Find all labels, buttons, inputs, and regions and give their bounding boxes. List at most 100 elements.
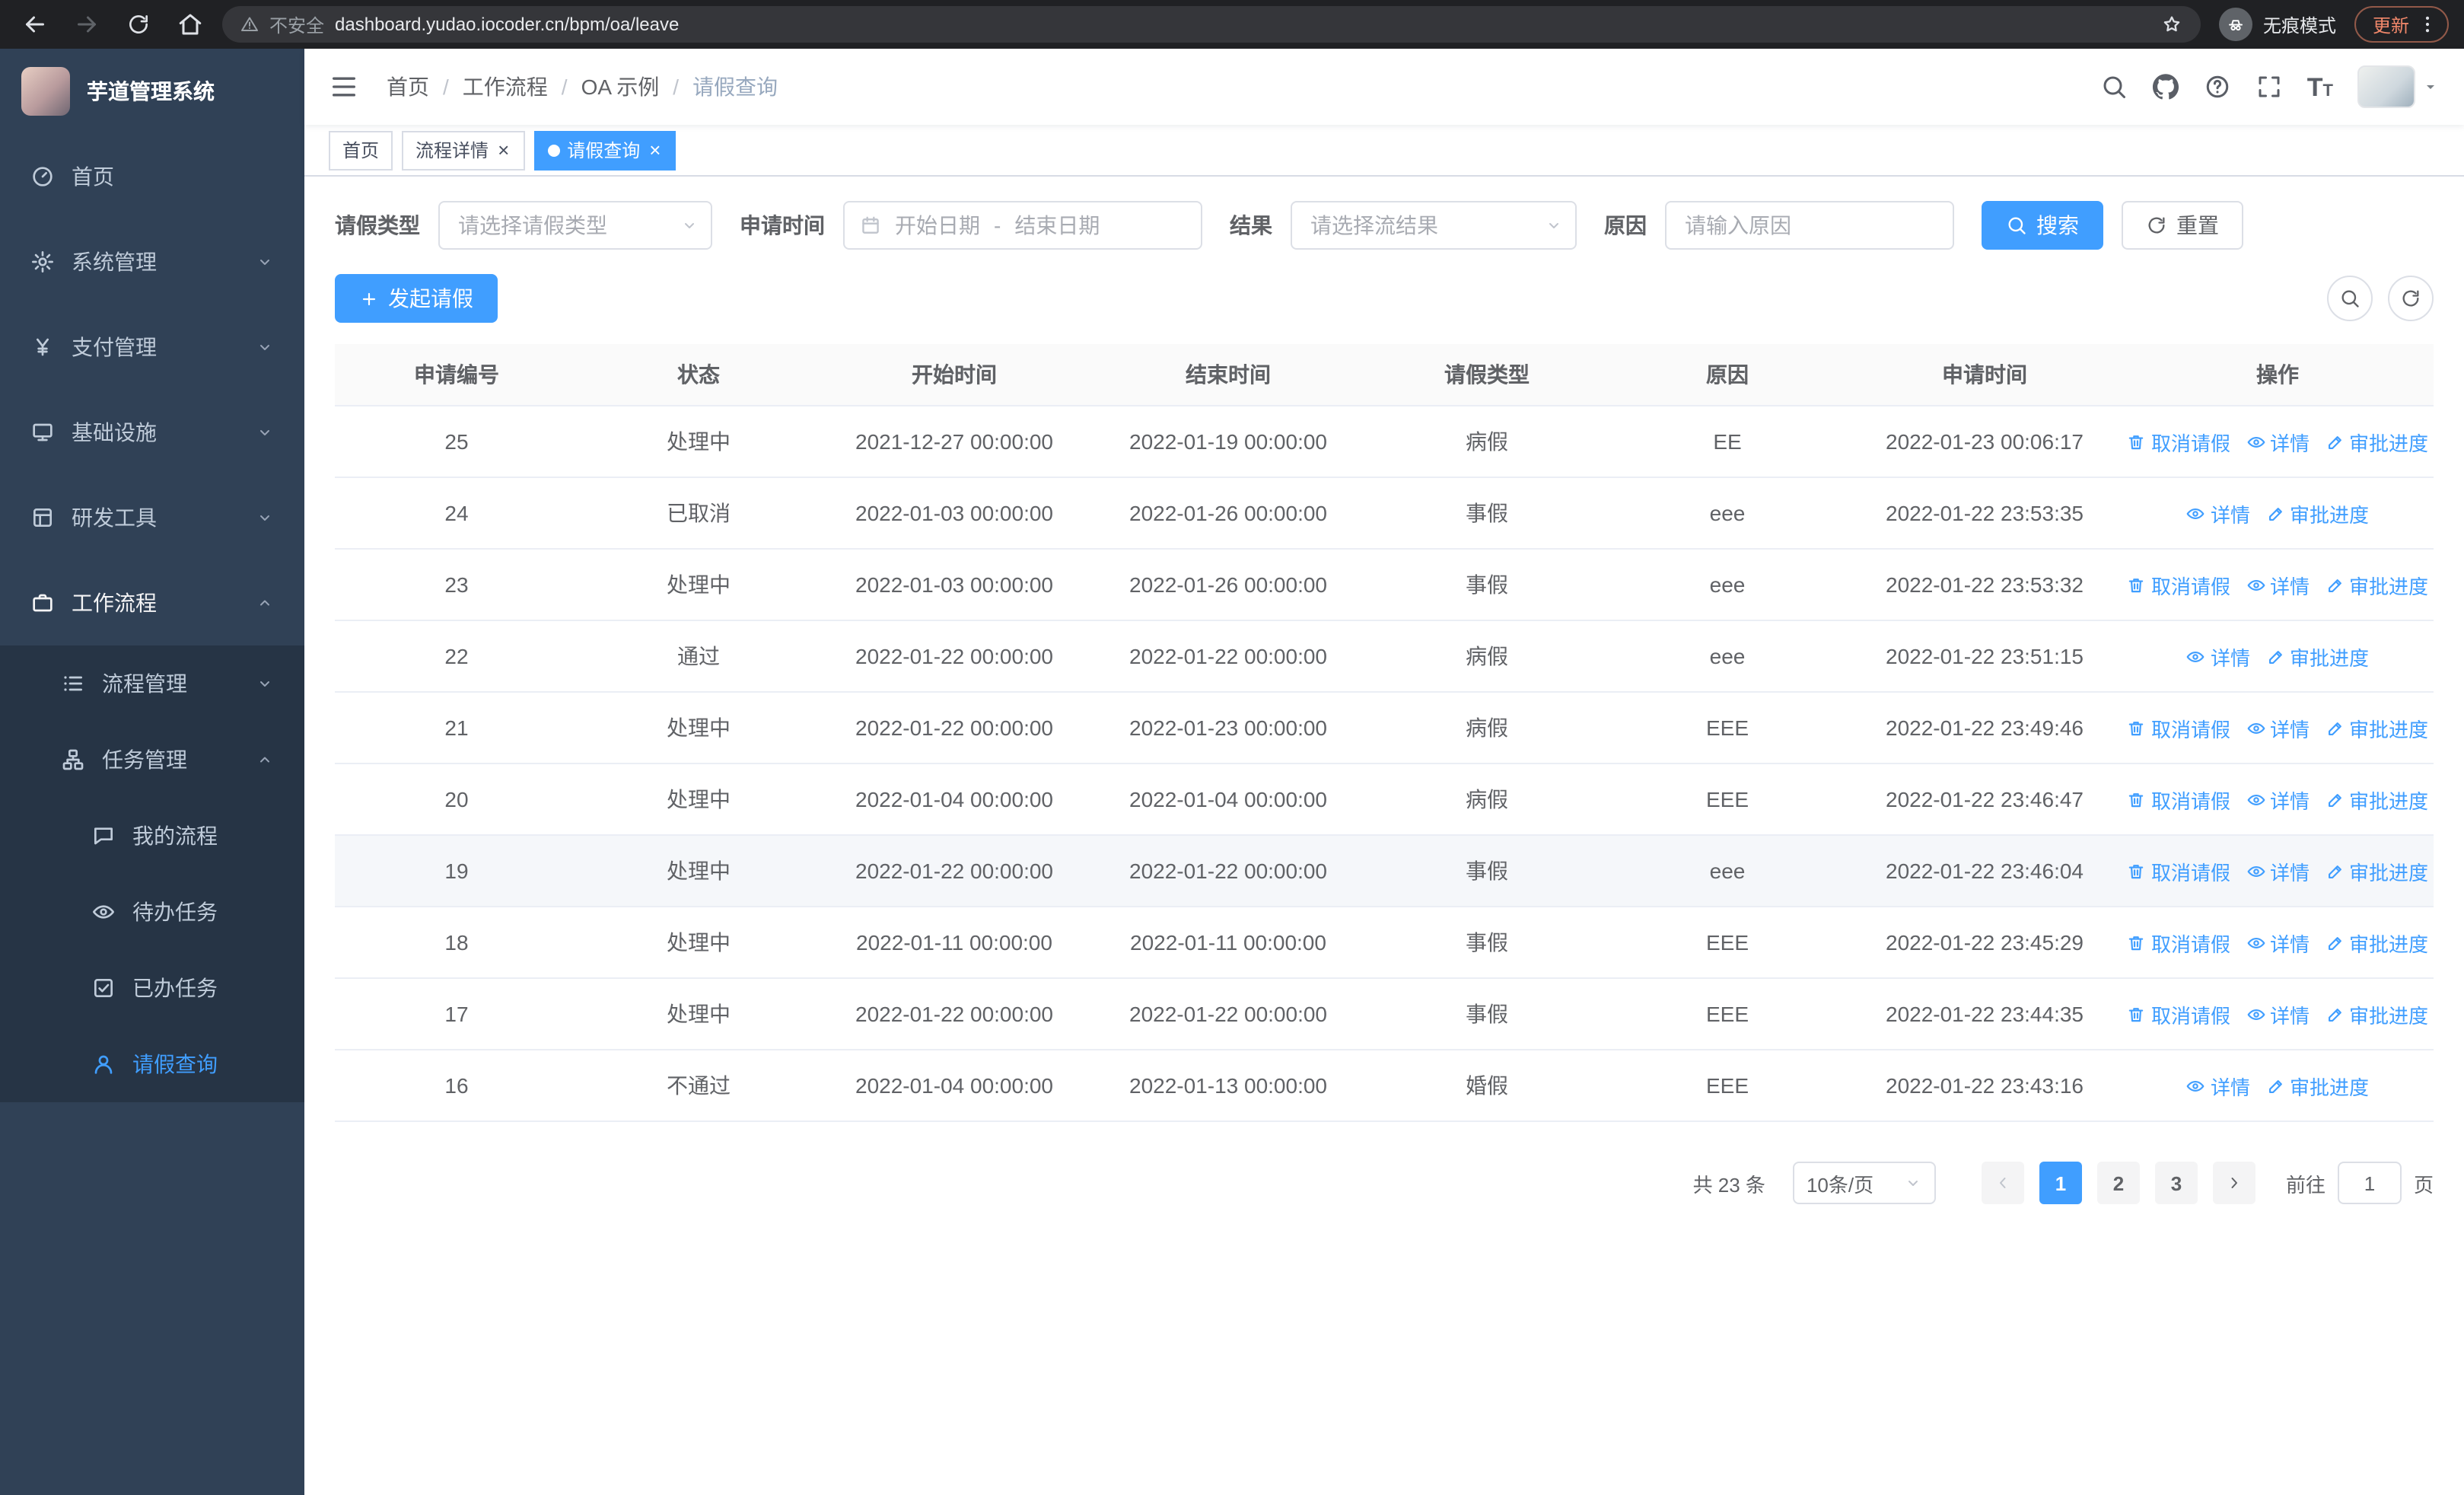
sidebar-item-my-process[interactable]: 我的流程	[0, 798, 304, 874]
action-progress[interactable]: 审批进度	[2325, 427, 2428, 456]
breadcrumb-item[interactable]: 首页	[387, 72, 429, 102]
sidebar-item-process-mgmt[interactable]: 流程管理	[0, 645, 304, 722]
font-size-icon[interactable]: TT	[2307, 74, 2333, 100]
action-progress[interactable]: 审批进度	[2325, 570, 2428, 599]
cell-start-time: 2022-01-04 00:00:00	[855, 1073, 1053, 1098]
sidebar-item-payment-mgmt[interactable]: 支付管理	[0, 304, 304, 390]
sidebar-item-dev-tools[interactable]: 研发工具	[0, 475, 304, 560]
browser-home-button[interactable]	[170, 5, 210, 44]
action-detail[interactable]: 详情	[2246, 785, 2310, 814]
action-detail[interactable]: 详情	[2246, 713, 2310, 742]
sidebar-item-home[interactable]: 首页	[0, 134, 304, 219]
github-icon[interactable]	[2152, 73, 2179, 100]
create-leave-button[interactable]: 发起请假	[335, 274, 498, 323]
page-button-2[interactable]: 2	[2096, 1162, 2140, 1204]
help-icon[interactable]	[2204, 73, 2231, 100]
action-cancel[interactable]: 取消请假	[2127, 785, 2230, 814]
action-detail[interactable]: 详情	[2246, 856, 2310, 885]
action-cancel[interactable]: 取消请假	[2127, 570, 2230, 599]
tab-leave-query[interactable]: 请假查询 ×	[533, 130, 676, 170]
action-progress[interactable]: 审批进度	[2265, 499, 2369, 528]
action-detail[interactable]: 详情	[2186, 642, 2250, 671]
result-select[interactable]: 请选择流结果	[1291, 201, 1577, 250]
address-bar[interactable]: 不安全 dashboard.yudao.iocoder.cn/bpm/oa/le…	[222, 6, 2201, 43]
breadcrumb-item[interactable]: OA 示例	[581, 72, 660, 102]
action-detail[interactable]: 详情	[2186, 499, 2250, 528]
search-button[interactable]: 搜索	[1982, 201, 2103, 250]
sidebar-item-done-tasks[interactable]: 已办任务	[0, 950, 304, 1026]
action-cancel[interactable]: 取消请假	[2127, 427, 2230, 456]
page-size-select[interactable]: 10条/页	[1792, 1162, 1936, 1204]
close-icon[interactable]: ×	[496, 140, 511, 160]
date-range-picker[interactable]: 开始日期 - 结束日期	[843, 201, 1202, 250]
tab-process-detail[interactable]: 流程详情 ×	[402, 130, 525, 170]
action-detail[interactable]: 详情	[2246, 570, 2310, 599]
range-separator: -	[994, 213, 1001, 237]
action-progress[interactable]: 审批进度	[2325, 999, 2428, 1028]
pagination-goto: 前往 页	[2286, 1162, 2434, 1204]
eye-icon	[2246, 575, 2265, 594]
select-placeholder: 请选择请假类型	[458, 213, 607, 237]
url-text: dashboard.yudao.iocoder.cn/bpm/oa/leave	[335, 14, 680, 35]
fullscreen-icon[interactable]	[2255, 73, 2283, 100]
eye-icon	[2246, 432, 2265, 451]
cell-status: 处理中	[667, 859, 731, 883]
goto-page-input[interactable]	[2337, 1162, 2402, 1204]
action-progress[interactable]: 审批进度	[2325, 713, 2428, 742]
eye-icon	[2246, 861, 2265, 881]
tab-home[interactable]: 首页	[329, 130, 393, 170]
action-progress[interactable]: 审批进度	[2265, 1071, 2369, 1100]
sidebar-item-infrastructure[interactable]: 基础设施	[0, 390, 304, 475]
action-progress[interactable]: 审批进度	[2325, 928, 2428, 957]
action-detail[interactable]: 详情	[2246, 427, 2310, 456]
action-cancel[interactable]: 取消请假	[2127, 928, 2230, 957]
action-detail[interactable]: 详情	[2246, 999, 2310, 1028]
browser-menu-icon[interactable]	[2417, 14, 2438, 35]
reset-button[interactable]: 重置	[2122, 201, 2243, 250]
close-icon[interactable]: ×	[648, 140, 662, 160]
action-detail[interactable]: 详情	[2246, 928, 2310, 957]
sidebar-item-task-mgmt[interactable]: 任务管理	[0, 722, 304, 798]
action-progress[interactable]: 审批进度	[2265, 642, 2369, 671]
next-page-button[interactable]	[2212, 1162, 2255, 1204]
sidebar-item-leave-query[interactable]: 请假查询	[0, 1026, 304, 1102]
cell-status: 处理中	[667, 429, 731, 454]
sidebar-item-label: 支付管理	[72, 335, 157, 359]
action-label: 详情	[2270, 1004, 2310, 1027]
sidebar-item-todo-tasks[interactable]: 待办任务	[0, 874, 304, 950]
table-refresh-button[interactable]	[2388, 276, 2434, 321]
bookmark-star-icon[interactable]	[2161, 14, 2182, 35]
table-row: 16 不通过 2022-01-04 00:00:00 2022-01-13 00…	[335, 1050, 2434, 1122]
action-progress[interactable]: 审批进度	[2325, 856, 2428, 885]
sidebar-item-workflow[interactable]: 工作流程	[0, 560, 304, 645]
browser-reload-button[interactable]	[119, 5, 158, 44]
cell-end-time: 2022-01-26 00:00:00	[1129, 572, 1327, 597]
breadcrumb-item[interactable]: 工作流程	[463, 72, 548, 102]
sidebar-item-system-mgmt[interactable]: 系统管理	[0, 219, 304, 304]
action-cancel[interactable]: 取消请假	[2127, 856, 2230, 885]
sidebar-item-label: 已办任务	[132, 976, 218, 1000]
search-icon[interactable]	[2100, 73, 2128, 100]
browser-update-button[interactable]: 更新	[2354, 6, 2449, 43]
leave-type-select[interactable]: 请选择请假类型	[438, 201, 712, 250]
cell-start-time: 2021-12-27 00:00:00	[855, 429, 1053, 454]
browser-forward-button[interactable]	[67, 5, 107, 44]
user-menu[interactable]	[2357, 65, 2440, 108]
action-progress[interactable]: 审批进度	[2325, 785, 2428, 814]
list-icon	[61, 671, 85, 696]
prev-page-button[interactable]	[1981, 1162, 2024, 1204]
table-row: 23 处理中 2022-01-03 00:00:00 2022-01-26 00…	[335, 550, 2434, 621]
action-cancel[interactable]: 取消请假	[2127, 713, 2230, 742]
browser-back-button[interactable]	[15, 5, 55, 44]
toggle-search-button[interactable]	[2327, 276, 2373, 321]
action-detail[interactable]: 详情	[2186, 1071, 2250, 1100]
cell-reason: EEE	[1705, 1073, 1749, 1098]
edit-icon	[2325, 1004, 2345, 1024]
action-cancel[interactable]: 取消请假	[2127, 999, 2230, 1028]
hamburger-icon[interactable]	[329, 72, 359, 102]
page-button-3[interactable]: 3	[2154, 1162, 2198, 1204]
app-logo[interactable]: 芋道管理系统	[0, 49, 304, 134]
action-label: 详情	[2270, 789, 2310, 812]
reason-input[interactable]	[1665, 201, 1954, 250]
page-button-1[interactable]: 1	[2039, 1162, 2082, 1204]
